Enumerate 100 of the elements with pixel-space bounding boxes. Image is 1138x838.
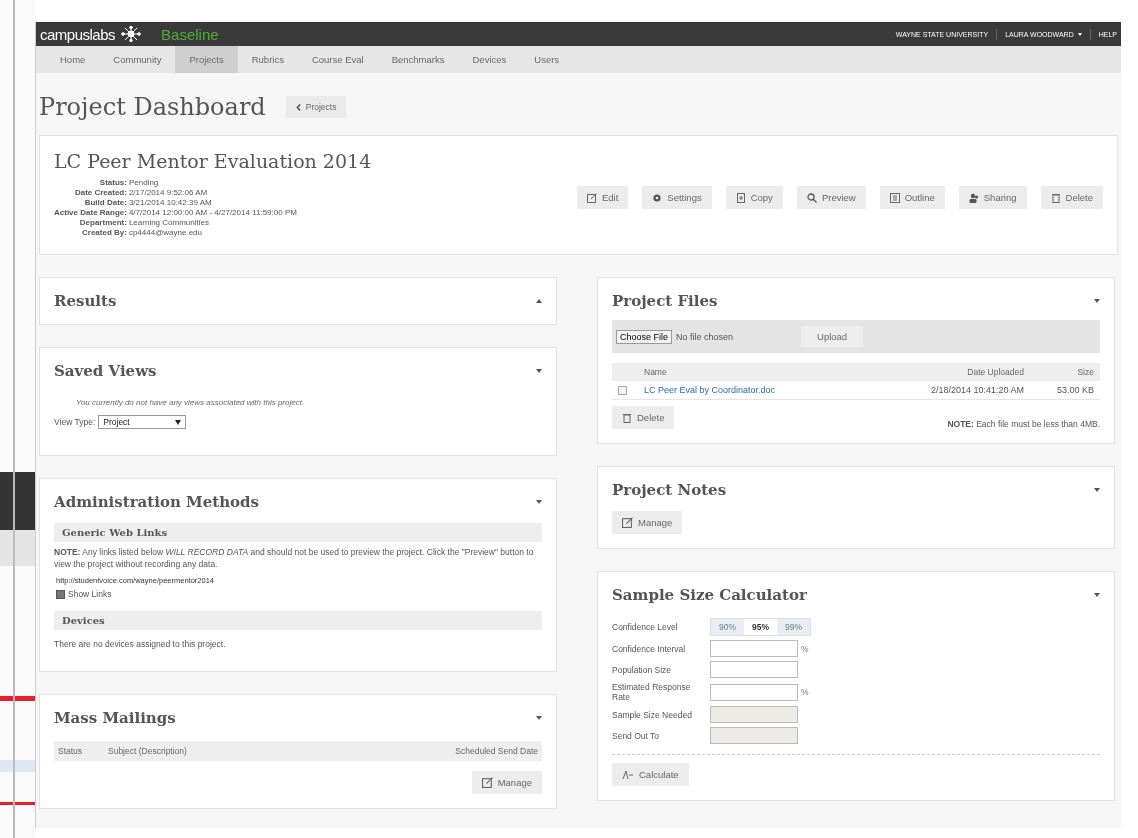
column-header: Status (58, 746, 84, 756)
checkbox-label: Show Links (68, 589, 112, 599)
gear-icon (652, 192, 663, 203)
detail-value: 3/21/2014 10:42:39 AM (128, 198, 213, 208)
upload-button[interactable]: Upload (801, 326, 864, 347)
field-label: Confidence Interval (612, 643, 687, 654)
detail-value: cp4444@wayne.edu (128, 228, 203, 238)
panel-title: Sample Size Calculator (612, 586, 807, 604)
section-heading: Devices (54, 611, 542, 630)
page-title: Project Dashboard (39, 93, 266, 121)
column-header: Scheduled Send Date (455, 746, 538, 756)
unit-label: % (801, 643, 809, 654)
nav-tab[interactable]: Projects (175, 46, 238, 73)
column-header: Size (1076, 367, 1094, 377)
field-label: Sample Size Needed (612, 709, 693, 720)
view-type-label: View Type: (54, 417, 96, 427)
panel-title: Results (54, 292, 117, 310)
copy-icon (735, 192, 746, 203)
manage-button[interactable]: Manage (612, 511, 683, 534)
nav-tab[interactable]: Users (520, 46, 574, 73)
panel-title: Project Notes (612, 481, 727, 499)
product-name: Baseline (161, 25, 219, 43)
panel-title: Administration Methods (54, 493, 259, 511)
nav-tab[interactable]: Home (46, 46, 100, 73)
trash-icon (1050, 192, 1061, 203)
calculate-icon (622, 769, 634, 780)
field-label: Confidence Level (612, 622, 679, 632)
table-cell-text: 53.00 KB (1055, 385, 1094, 395)
caret-icon[interactable] (536, 500, 542, 504)
detail-value: 4/7/2014 12:00:00 AM - 4/27/2014 11:59:00 PM (128, 208, 297, 218)
project-title: LC Peer Mentor Evaluation 2014 (54, 150, 372, 172)
field-label: Population Size (612, 664, 673, 675)
chevron-left-icon (295, 103, 301, 111)
note-text: NOTE: Each file must be less than 4MB. (947, 419, 1100, 429)
nav-tab[interactable]: Course Eval (297, 46, 378, 73)
section-heading: Generic Web Links (54, 523, 542, 542)
detail-label: Department: (78, 218, 127, 228)
detail-label: Active Date Range: (54, 208, 127, 218)
column-header: Subject (Description) (108, 746, 188, 756)
manage-button[interactable]: Manage (471, 771, 542, 794)
sharing-button[interactable]: Sharing (958, 186, 1027, 209)
column-header: Name (644, 367, 668, 377)
back-button[interactable]: Projects (285, 96, 347, 118)
checkbox[interactable] (56, 589, 65, 599)
nav-tab[interactable]: Rubrics (237, 46, 298, 73)
table-cell-text: 2/18/2014 10:41:20 AM (929, 385, 1024, 395)
field-label: Estimated Response Rate (612, 682, 692, 702)
note-text: NOTE: Any links listed below WILL RECORD DATA and should not be used to preview the project. Click the "Preview" button to view the project without recording any data. (54, 546, 535, 570)
panel-title: Project Files (612, 292, 718, 310)
list-icon (889, 192, 900, 203)
detail-label: Date Created: (73, 188, 127, 198)
choose-file-button[interactable]: Choose File (616, 329, 673, 344)
caret-icon[interactable] (536, 299, 542, 303)
person-icon (968, 192, 979, 203)
panel-title: Mass Mailings (54, 709, 176, 727)
empty-message: You currently do not have any views associated with this project. (76, 398, 306, 407)
file-status: No file chosen (676, 331, 735, 342)
nav-tab[interactable]: Devices (458, 46, 521, 73)
detail-value: 2/17/2014 9:52:06 AM (128, 188, 209, 198)
detail-value: Pending (128, 178, 160, 188)
confidence-option[interactable]: 99% (777, 619, 811, 635)
detail-label: Status: (98, 178, 127, 188)
nav-tab[interactable]: Benchmarks (377, 46, 459, 73)
search-icon (806, 192, 817, 203)
nav-tab[interactable]: Community (99, 46, 176, 73)
field-label: Send Out To (612, 730, 661, 741)
file-link[interactable]: LC Peer Eval by Coordinator.doc (644, 385, 874, 395)
dropdown-caret-icon[interactable] (1077, 32, 1082, 36)
copy-button[interactable]: Copy (725, 186, 783, 209)
caret-icon[interactable] (1094, 299, 1100, 303)
delete-button[interactable]: Delete (1040, 186, 1103, 209)
settings-button[interactable]: Settings (642, 186, 712, 209)
brand-logo[interactable]: campuslabs (40, 25, 116, 43)
view-type-select[interactable]: Project (98, 415, 187, 429)
input-field[interactable] (710, 683, 798, 701)
input-field[interactable] (710, 661, 798, 678)
edit-button[interactable]: Edit (577, 186, 629, 209)
unit-label: % (801, 687, 809, 697)
calculate-button[interactable]: Calculate (612, 763, 689, 786)
outline-button[interactable]: Outline (879, 186, 945, 209)
input-field[interactable] (710, 640, 798, 657)
edit-icon (587, 192, 597, 203)
detail-label: Build Date: (83, 198, 127, 208)
delete-button[interactable]: Delete (612, 406, 675, 429)
caret-icon[interactable] (536, 716, 542, 720)
checkbox[interactable] (618, 385, 627, 395)
caret-icon[interactable] (1094, 488, 1100, 492)
caret-icon[interactable] (1094, 593, 1100, 597)
detail-value: Learning Communities (128, 218, 210, 228)
caret-icon[interactable] (536, 369, 542, 373)
edit-icon (481, 777, 493, 788)
preview-button[interactable]: Preview (796, 186, 866, 209)
detail-label: Created By: (81, 228, 127, 238)
edit-icon (622, 517, 633, 528)
trash-icon (622, 412, 632, 423)
confidence-option[interactable]: 90% (711, 619, 744, 635)
panel-title: Saved Views (54, 362, 157, 380)
devices-message: There are no devices assigned to this project. (54, 638, 227, 649)
column-header: Date Uploaded (966, 367, 1024, 377)
network-logo-icon (121, 26, 142, 42)
